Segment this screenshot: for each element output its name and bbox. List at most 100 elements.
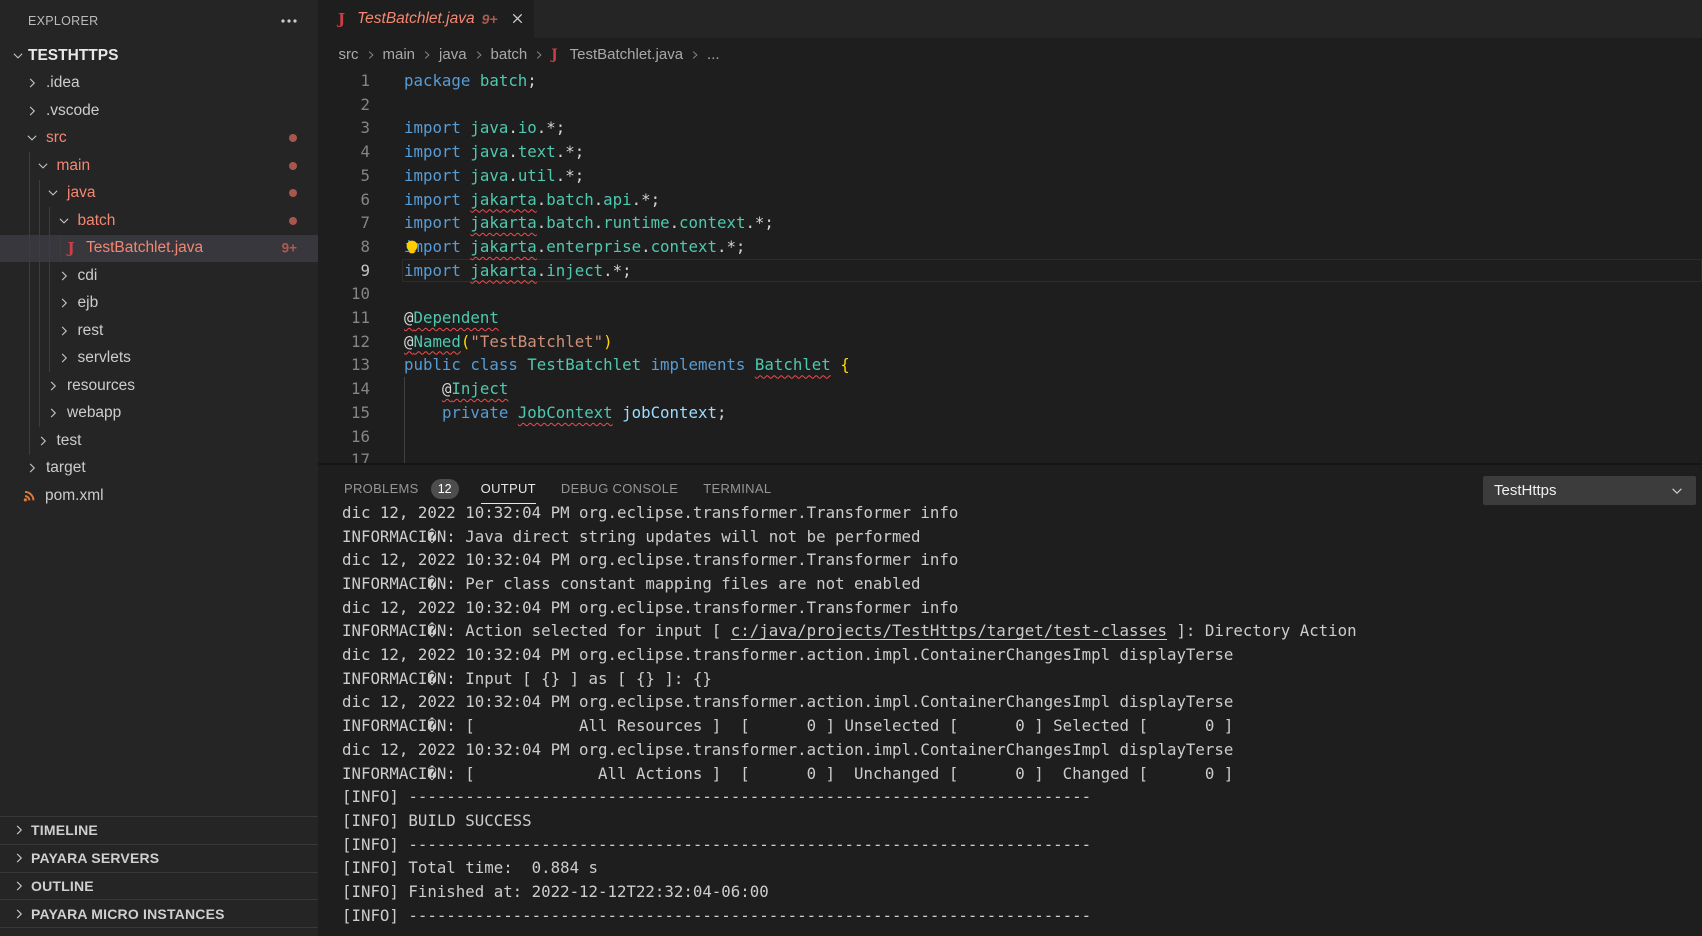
output-text: INFORMACI�N: Input [ {} ] as [ {} ]: {} — [342, 669, 712, 688]
tree-item-testhttps[interactable]: TESTHTTPS — [0, 42, 318, 70]
breadcrumb-item[interactable]: ... — [707, 46, 720, 63]
tree-item-batch[interactable]: batch — [0, 207, 318, 235]
output-line: dic 12, 2022 10:32:04 PM org.eclipse.tra… — [342, 548, 1357, 572]
output-text: INFORMACI�N: Per class constant mapping … — [342, 574, 920, 593]
code-token: import — [404, 261, 461, 280]
breadcrumb-item[interactable]: TestBatchlet.java — [570, 46, 683, 63]
tree-item-label: webapp — [67, 404, 121, 422]
line-number: 16 — [318, 425, 370, 449]
code-token: TestBatchlet — [527, 355, 641, 374]
breadcrumb-item[interactable]: batch — [491, 46, 528, 63]
breadcrumb-item[interactable]: main — [383, 46, 416, 63]
tree-item--vscode[interactable]: .vscode — [0, 97, 318, 125]
code-token: . — [594, 213, 603, 232]
tree-item--idea[interactable]: .idea — [0, 70, 318, 98]
code-token: "TestBatchlet" — [470, 332, 603, 351]
tree-item-target[interactable]: target — [0, 455, 318, 483]
tree-indent-guide — [39, 180, 40, 428]
line-number: 1 — [318, 69, 370, 93]
code-token: batch — [480, 71, 527, 90]
code-token: .*; — [603, 261, 631, 280]
code-line: import jakarta.inject.*; — [404, 259, 632, 283]
tree-item-label: TESTHTTPS — [28, 47, 118, 65]
close-icon[interactable] — [510, 11, 526, 27]
section-timeline[interactable]: TIMELINE — [0, 816, 318, 844]
tree-item-webapp[interactable]: webapp — [0, 400, 318, 428]
tree-item-testbatchlet-java[interactable]: JTestBatchlet.java9+ — [0, 235, 318, 263]
tree-item-main[interactable]: main — [0, 152, 318, 180]
output-channel-select[interactable]: TestHttps — [1483, 476, 1696, 505]
code-token: ; — [717, 403, 726, 422]
tree-item-label: test — [57, 432, 82, 450]
breadcrumb-item[interactable]: java — [439, 46, 467, 63]
chevron-right-icon — [366, 50, 376, 60]
problems-count-badge: 9+ — [282, 241, 297, 256]
panel-tab-problems[interactable]: PROBLEMS12 — [344, 465, 459, 505]
code-token: .*; — [717, 237, 745, 256]
tree-item-src[interactable]: src — [0, 125, 318, 153]
tree-item-java[interactable]: java — [0, 180, 318, 208]
code-token: jakarta — [470, 261, 536, 280]
panel-tab-output[interactable]: OUTPUT — [481, 465, 536, 505]
code-editor[interactable]: 1234567891011121314151617 package batch;… — [318, 69, 1702, 463]
tree-item-cdi[interactable]: cdi — [0, 262, 318, 290]
output-log: dic 12, 2022 10:32:04 PM org.eclipse.tra… — [342, 501, 1357, 928]
tree-item-rest[interactable]: rest — [0, 317, 318, 345]
code-token: ; — [527, 71, 536, 90]
output-line: [INFO] ---------------------------------… — [342, 785, 1357, 809]
tree-item-pom-xml[interactable]: pom.xml — [0, 482, 318, 510]
output-text: [INFO] ---------------------------------… — [342, 906, 1091, 925]
code-token: jobContext — [622, 403, 717, 422]
code-token: . — [594, 190, 603, 209]
lightbulb-icon[interactable] — [403, 238, 421, 256]
output-line: INFORMACI�N: [ All Resources ] [ 0 ] Uns… — [342, 714, 1357, 738]
code-token: io — [518, 118, 537, 137]
code-token: Inject — [451, 379, 508, 398]
tree-item-test[interactable]: test — [0, 427, 318, 455]
code-token: inject — [546, 261, 603, 280]
output-line: [INFO] Total time: 0.884 s — [342, 856, 1357, 880]
chevron-right-icon — [26, 462, 38, 474]
section-payara-servers[interactable]: PAYARA SERVERS — [0, 844, 318, 872]
section-partial[interactable] — [0, 927, 318, 936]
code-token: .*; — [556, 142, 584, 161]
panel-tabs: PROBLEMS12 OUTPUT DEBUG CONSOLE TERMINAL — [344, 465, 796, 505]
tab-testbatchlet[interactable]: J TestBatchlet.java 9+ — [318, 0, 534, 38]
code-token — [470, 71, 479, 90]
panel-tab-debug-console[interactable]: DEBUG CONSOLE — [561, 465, 678, 505]
breadcrumb-item[interactable]: src — [339, 46, 359, 63]
code-line: @Inject — [404, 377, 508, 401]
chevron-right-icon — [690, 50, 700, 60]
tree-item-ejb[interactable]: ejb — [0, 290, 318, 318]
code-token: text — [518, 142, 556, 161]
chevron-right-icon — [58, 352, 70, 364]
tree-item-label: batch — [78, 212, 116, 230]
section-outline[interactable]: OUTLINE — [0, 872, 318, 900]
chevron-down-icon — [12, 50, 24, 62]
chevron-right-icon — [534, 50, 544, 60]
line-number: 9 — [318, 259, 370, 283]
code-token: package — [404, 71, 470, 90]
code-token: import — [404, 213, 461, 232]
output-line: dic 12, 2022 10:32:04 PM org.eclipse.tra… — [342, 596, 1357, 620]
code-token: context — [651, 237, 717, 256]
code-token — [613, 403, 622, 422]
problems-badge: 12 — [431, 479, 459, 499]
code-token — [461, 261, 470, 280]
sidebar-sections: TIMELINEPAYARA SERVERSOUTLINEPAYARA MICR… — [0, 816, 318, 936]
file-path-link[interactable]: c:/java/projects/TestHttps/target/test-c… — [731, 621, 1167, 640]
panel-tab-terminal[interactable]: TERMINAL — [703, 465, 771, 505]
code-token — [461, 142, 470, 161]
code-token: .*; — [632, 190, 660, 209]
section-payara-micro-instances[interactable]: PAYARA MICRO INSTANCES — [0, 899, 318, 927]
tree-item-servlets[interactable]: servlets — [0, 345, 318, 373]
tree-item-resources[interactable]: resources — [0, 372, 318, 400]
editor-group: J TestBatchlet.java 9+ srcmainjavabatchJ… — [318, 0, 1702, 936]
ellipsis-icon[interactable] — [280, 13, 298, 29]
output-text: INFORMACI�N: [ All Actions ] [ 0 ] Uncha… — [342, 764, 1233, 783]
code-token: context — [679, 213, 745, 232]
code-token — [518, 355, 527, 374]
code-line: public class TestBatchlet implements Bat… — [404, 353, 850, 377]
tree-item-label: java — [67, 184, 95, 202]
tree-item-label: ejb — [78, 294, 99, 312]
